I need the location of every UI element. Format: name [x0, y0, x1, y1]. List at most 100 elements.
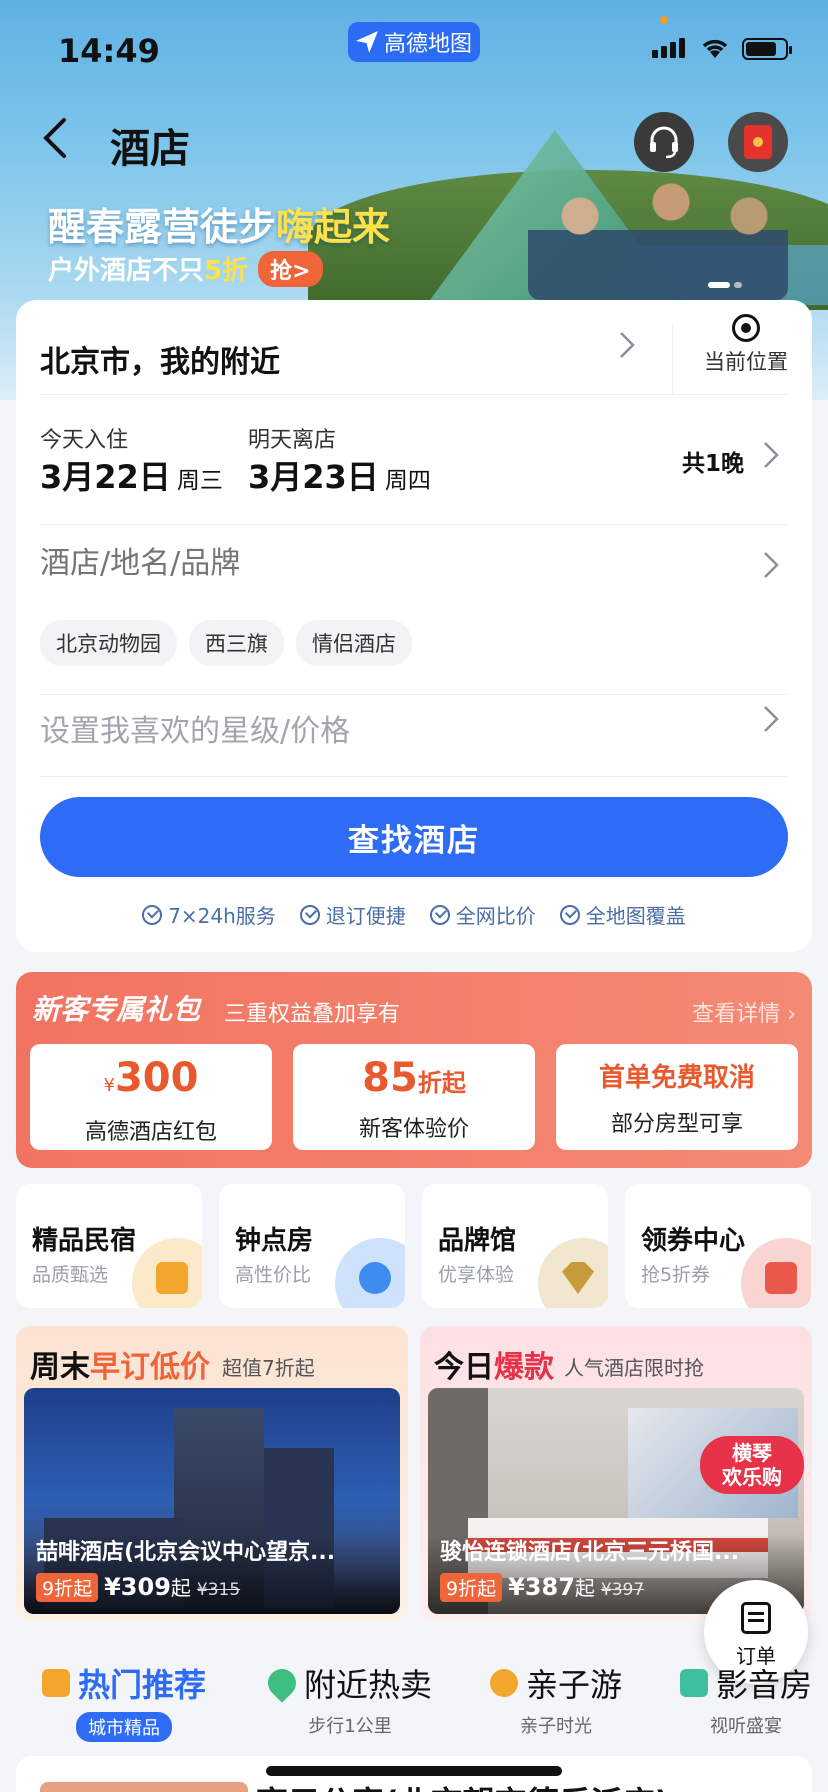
divider — [40, 394, 788, 395]
page-title: 酒店 — [110, 126, 190, 172]
app-return-pill[interactable]: 高德地图 — [348, 22, 480, 62]
tab-label: 附近热卖 — [304, 1666, 433, 1704]
family-icon — [490, 1669, 518, 1697]
deal-title: 今日爆款 — [434, 1342, 554, 1386]
check-circle-icon — [559, 904, 580, 925]
star-price-selector[interactable]: 设置我喜欢的星级/价格 — [40, 706, 350, 750]
banner-subline: 户外酒店不只5折 抢> — [48, 250, 323, 287]
feature-text: 全地图覆盖 — [585, 904, 686, 928]
keyword-search-input[interactable] — [40, 546, 740, 581]
category-boutique-homestay[interactable]: 精品民宿 品质甄选 — [16, 1184, 202, 1308]
deal-title-highlight: 早订低价 — [90, 1350, 210, 1385]
tab-label: 亲子游 — [526, 1666, 623, 1704]
banner-headline-text: 醒春露营徒步 — [48, 205, 277, 249]
checkout-weekday: 周四 — [384, 468, 431, 494]
current-location-button[interactable]: 当前位置 — [696, 314, 796, 376]
location-selector[interactable]: 北京市，我的附近 — [40, 324, 788, 394]
coupon-value: 85折起 — [293, 1056, 535, 1105]
clock-icon — [359, 1262, 391, 1294]
cellular-signal-icon — [652, 38, 685, 58]
thumbs-up-icon — [42, 1669, 70, 1697]
battery-icon — [742, 38, 792, 60]
checkout-date: 3月23日 周四 — [248, 452, 431, 498]
keyword-tag[interactable]: 情侣酒店 — [296, 620, 412, 666]
coupon-amount: 85 — [362, 1055, 418, 1101]
customer-service-button[interactable] — [634, 112, 694, 172]
red-packet-button[interactable] — [728, 112, 788, 172]
banner-page-indicator — [708, 282, 742, 288]
price-row: 9折起 ¥309起 ¥315 — [36, 1572, 240, 1602]
category-sub: 优享体验 — [438, 1264, 515, 1286]
price-suffix: 起 — [170, 1576, 191, 1600]
gift-pack-subtitle: 三重权益叠加享有 — [224, 1002, 401, 1027]
feature-item: 退订便捷 — [299, 900, 406, 929]
banner-campers-image — [528, 160, 788, 300]
app-name: 高德地图 — [383, 32, 472, 57]
coupon-card[interactable]: 首单免费取消 部分房型可享 — [556, 1044, 798, 1150]
coupon-card[interactable]: 85折起 新客体验价 — [293, 1044, 535, 1150]
coupon-desc: 高德酒店红包 — [84, 1120, 217, 1145]
price: ¥309起 — [104, 1572, 191, 1601]
deal-title-text: 今日 — [434, 1350, 494, 1385]
location-pin-icon — [262, 1663, 302, 1703]
deal-subtitle: 人气酒店限时抢 — [564, 1356, 704, 1380]
hotel-photo: 喆啡酒店(北京会议中心望京... 9折起 ¥309起 ¥315 — [24, 1388, 400, 1614]
coupon-icon — [765, 1262, 797, 1294]
category-name: 精品民宿 — [32, 1226, 137, 1256]
locate-target-icon — [732, 314, 760, 342]
price: ¥387起 — [508, 1572, 595, 1601]
checkout-label: 明天离店 — [248, 428, 337, 453]
back-button[interactable] — [40, 116, 80, 166]
hengqin-promo-badge[interactable]: 横琴 欢乐购 — [700, 1436, 804, 1494]
view-details-link[interactable]: 查看详情 › — [692, 996, 796, 1028]
service-features: 7×24h服务 退订便捷 全网比价 全地图覆盖 — [16, 900, 812, 929]
coupon-amount: 300 — [114, 1055, 199, 1101]
new-customer-gift-pack: 新客专属礼包 三重权益叠加享有 查看详情 › ¥300 高德酒店红包 85折起 … — [16, 972, 812, 1168]
tab-family-trip[interactable]: 亲子游 亲子时光 — [490, 1660, 622, 1738]
coupon-card[interactable]: ¥300 高德酒店红包 — [30, 1044, 272, 1150]
video-icon — [680, 1669, 708, 1697]
tab-hot-recommend[interactable]: 热门推荐 城市精品 — [42, 1660, 206, 1742]
tab-nearby-hot[interactable]: 附近热卖 步行1公里 — [262, 1660, 433, 1738]
price-value: ¥387 — [508, 1573, 575, 1601]
coupon-currency: ¥ — [103, 1075, 115, 1096]
feature-text: 全网比价 — [455, 904, 536, 928]
deal-subtitle: 超值7折起 — [222, 1356, 315, 1380]
deal-title-text: 周末 — [30, 1350, 90, 1385]
category-hourly-room[interactable]: 钟点房 高性价比 — [219, 1184, 405, 1308]
hotel-name: 喆啡酒店(北京会议中心望京... — [36, 1540, 336, 1565]
find-hotel-button[interactable]: 查找酒店 — [40, 797, 788, 877]
coupon-suffix: 折起 — [417, 1069, 466, 1097]
banner-grab-button[interactable]: 抢> — [258, 250, 323, 287]
home-indicator[interactable] — [266, 1766, 562, 1776]
category-sub: 品质甄选 — [32, 1264, 109, 1286]
hotel-search-card: 北京市，我的附近 当前位置 今天入住 3月22日 周三 明天离店 3月23日 周四 … — [16, 300, 812, 952]
deal-title-highlight: 爆款 — [494, 1350, 554, 1385]
tab-media-room[interactable]: 影音房 视听盛宴 — [680, 1660, 812, 1738]
feature-item: 全网比价 — [429, 900, 536, 929]
wifi-icon — [702, 39, 728, 58]
category-sub: 高性价比 — [235, 1264, 312, 1286]
navigation-arrow-icon — [355, 31, 378, 53]
keyword-tag[interactable]: 西三旗 — [189, 620, 284, 666]
feature-item: 7×24h服务 — [142, 900, 276, 929]
category-coupon-center[interactable]: 领券中心 抢5折券 — [625, 1184, 811, 1308]
view-details-text: 查看详情 — [692, 1002, 781, 1027]
coupon-desc: 新客体验价 — [358, 1117, 469, 1142]
order-list-icon — [741, 1602, 771, 1634]
hotel-thumbnail — [40, 1782, 248, 1792]
tab-sub: 亲子时光 — [520, 1716, 592, 1737]
privacy-dot-icon — [660, 16, 668, 24]
price-value: ¥309 — [104, 1573, 171, 1601]
category-brand-hall[interactable]: 品牌馆 优享体验 — [422, 1184, 608, 1308]
feature-text: 7×24h服务 — [168, 904, 276, 928]
check-circle-icon — [142, 904, 163, 925]
original-price: ¥397 — [600, 1580, 645, 1600]
category-name: 品牌馆 — [438, 1226, 517, 1256]
today-hot-deal[interactable]: 今日爆款 人气酒店限时抢 骏怡连锁酒店(北京三元桥国... 9折起 ¥387起 … — [420, 1326, 812, 1622]
checkin-label: 今天入住 — [40, 428, 129, 453]
category-name: 领券中心 — [641, 1226, 746, 1256]
weekend-early-booking-deal[interactable]: 周末早订低价 超值7折起 喆啡酒店(北京会议中心望京... 9折起 ¥309起 … — [16, 1326, 408, 1622]
keyword-tag[interactable]: 北京动物园 — [40, 620, 177, 666]
hotel-name: 骏怡连锁酒店(北京三元桥国... — [440, 1540, 740, 1565]
